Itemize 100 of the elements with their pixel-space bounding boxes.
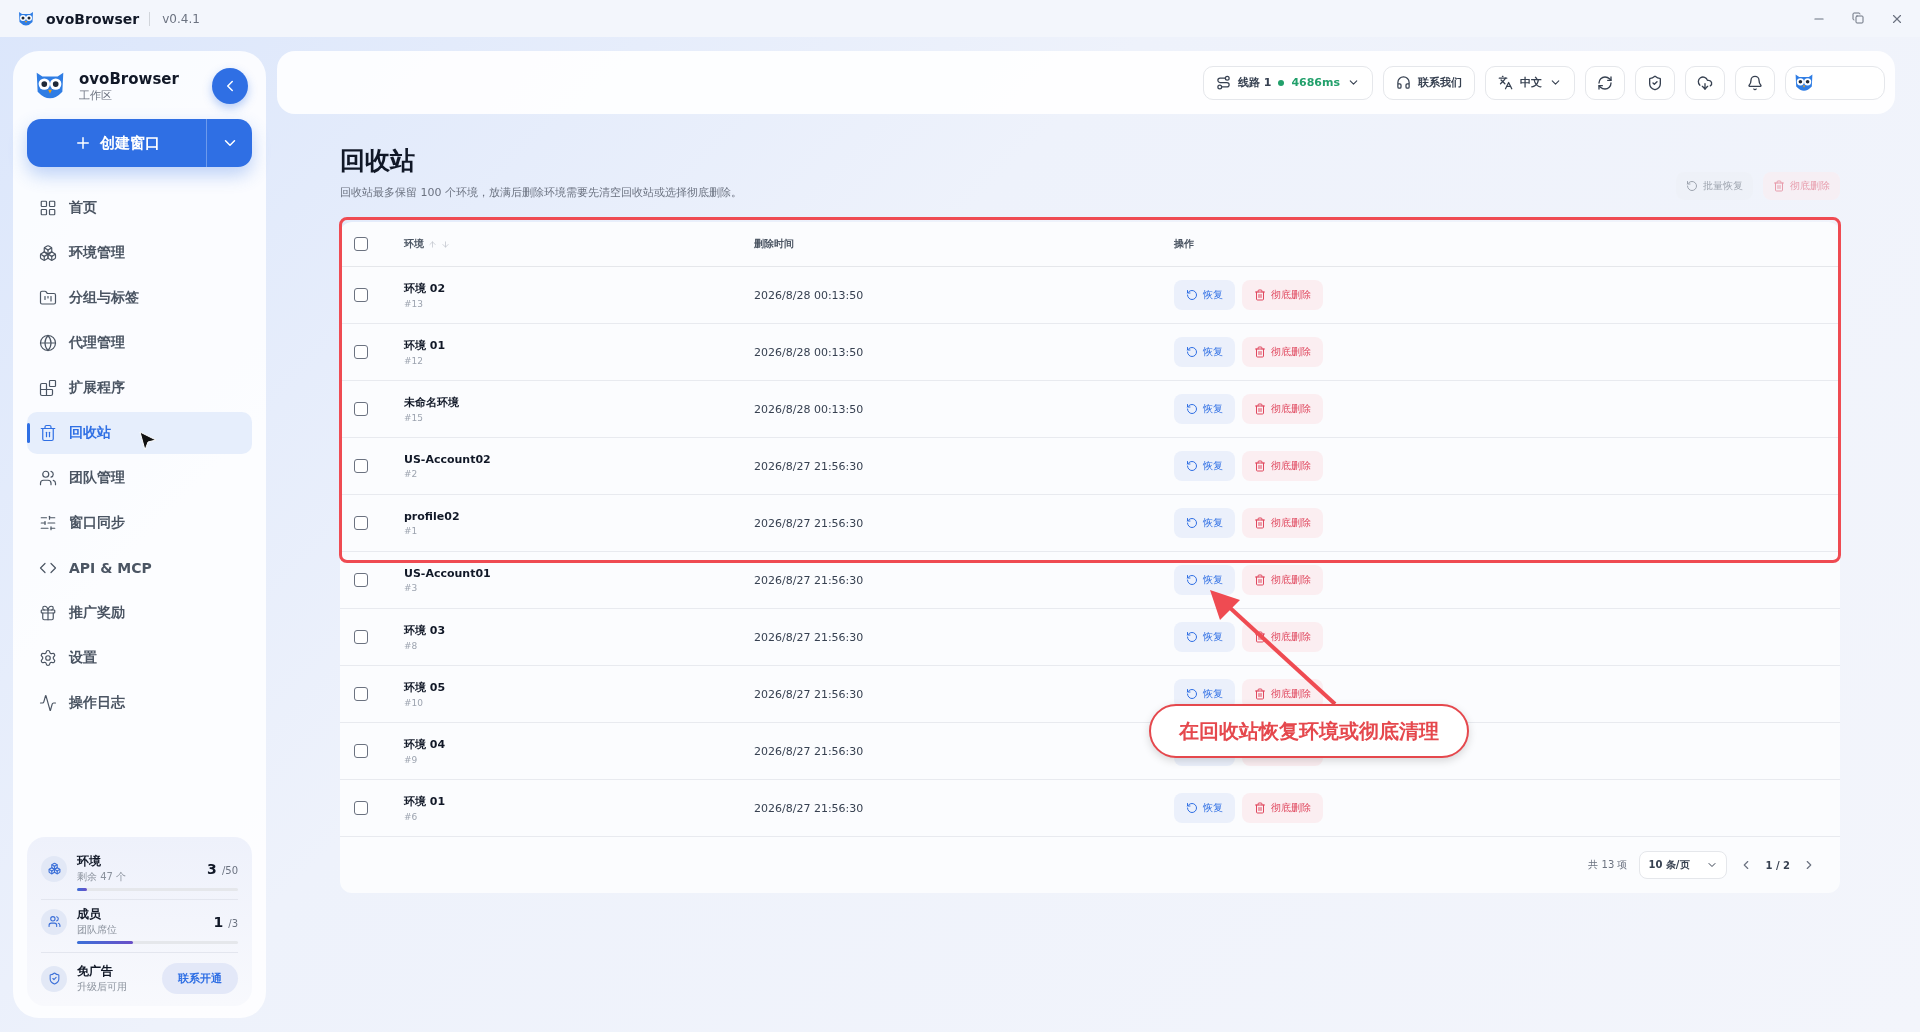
language-selector[interactable]: 中文	[1485, 65, 1575, 100]
sidebar-item[interactable]: 团队管理	[27, 457, 252, 499]
undo-icon	[1186, 574, 1198, 586]
status-dot	[1278, 79, 1285, 86]
sidebar-item[interactable]: 回收站	[27, 412, 252, 454]
deleted-time: 2026/8/27 21:56:30	[754, 459, 865, 473]
usage-caption: 剩余 47 个	[77, 870, 128, 884]
sidebar-item[interactable]: 代理管理	[27, 322, 252, 364]
row-checkbox[interactable]	[354, 744, 368, 758]
page-description: 回收站最多保留 100 个环境，放满后删除环境需要先清空回收站或选择彻底删除。	[340, 185, 742, 200]
delete-button[interactable]: 彻底删除	[1242, 793, 1323, 823]
cloud-download-button[interactable]	[1685, 65, 1725, 100]
sidebar-item[interactable]: 分组与标签	[27, 277, 252, 319]
route-selector[interactable]: 线路 1 4686ms	[1202, 65, 1373, 100]
restore-button[interactable]: 恢复	[1174, 451, 1235, 481]
translate-icon	[1498, 75, 1513, 90]
users-icon	[47, 915, 61, 928]
environment-id: #15	[404, 413, 424, 423]
usage-count: 1	[213, 914, 224, 930]
column-header: 删除时间	[754, 237, 795, 251]
delete-button[interactable]: 彻底删除	[1242, 451, 1323, 481]
restore-button[interactable]: 恢复	[1174, 280, 1235, 310]
sidebar-item[interactable]: 操作日志	[27, 682, 252, 724]
delete-button[interactable]: 彻底删除	[1242, 394, 1323, 424]
row-checkbox[interactable]	[354, 345, 368, 359]
environment-name: 环境 01	[404, 794, 447, 809]
restore-button[interactable]: 恢复	[1174, 337, 1235, 367]
row-checkbox[interactable]	[354, 459, 368, 473]
restore-button[interactable]: 恢复	[1174, 565, 1235, 595]
collapse-button[interactable]	[212, 68, 248, 104]
row-checkbox[interactable]	[354, 687, 368, 701]
sliders-icon	[39, 514, 57, 532]
cursor-icon	[138, 430, 158, 452]
restore-button[interactable]: 恢复	[1174, 622, 1235, 652]
route-icon	[1215, 75, 1231, 90]
deleted-time: 2026/8/27 21:56:30	[754, 744, 865, 758]
page-indicator: 1 / 2	[1765, 859, 1790, 871]
users-icon	[39, 469, 57, 487]
undo-icon	[1186, 802, 1198, 814]
usage-caption: 团队席位	[77, 923, 118, 937]
boxes-icon	[39, 244, 57, 262]
delete-button[interactable]: 彻底删除	[1242, 622, 1323, 652]
shield-icon	[1647, 74, 1663, 91]
environment-id: #13	[404, 299, 424, 309]
sidebar-item[interactable]: 窗口同步	[27, 502, 252, 544]
environment-name: US-Account02	[404, 453, 492, 466]
delete-button[interactable]: 彻底删除	[1242, 280, 1323, 310]
sidebar-item[interactable]: 设置	[27, 637, 252, 679]
restore-window-icon[interactable]	[1852, 11, 1864, 24]
folder-icon	[39, 289, 57, 307]
environment-name: 未命名环境	[404, 395, 460, 410]
environment-id: #8	[404, 641, 419, 651]
delete-button[interactable]: 彻底删除	[1242, 565, 1323, 595]
undo-icon	[1186, 403, 1198, 415]
select-all-checkbox[interactable]	[354, 237, 368, 251]
sidebar-item[interactable]: 推广奖励	[27, 592, 252, 634]
blocks-icon	[39, 379, 57, 397]
row-checkbox[interactable]	[354, 630, 368, 644]
cloud-download-icon	[1697, 74, 1713, 91]
trash-icon	[1254, 574, 1266, 586]
sidebar-item[interactable]: 扩展程序	[27, 367, 252, 409]
trash-icon	[1254, 688, 1266, 700]
delete-button[interactable]: 彻底删除	[1242, 508, 1323, 538]
undo-icon	[1686, 180, 1698, 192]
restore-button[interactable]: 恢复	[1174, 508, 1235, 538]
avatar[interactable]	[1785, 65, 1885, 100]
app-name: ovoBrowser	[46, 10, 140, 27]
deleted-time: 2026/8/27 21:56:30	[754, 573, 865, 587]
sidebar-item[interactable]: 环境管理	[27, 232, 252, 274]
row-checkbox[interactable]	[354, 402, 368, 416]
column-header: 操作	[1174, 237, 1195, 251]
refresh-button[interactable]	[1585, 65, 1625, 100]
bell-icon	[1747, 74, 1763, 91]
trash-icon	[1254, 631, 1266, 643]
row-checkbox[interactable]	[354, 288, 368, 302]
contact-button[interactable]: 联系我们	[1383, 65, 1475, 100]
restore-button[interactable]: 恢复	[1174, 793, 1235, 823]
deleted-time: 2026/8/27 21:56:30	[754, 687, 865, 701]
ad-free-name: 免广告	[77, 963, 114, 980]
shield-button[interactable]	[1635, 65, 1675, 100]
sidebar-item[interactable]: API & MCP	[27, 547, 252, 589]
refresh-icon	[1597, 74, 1613, 91]
sidebar-item[interactable]: 首页	[27, 187, 252, 229]
page-size-selector[interactable]: 10 条/页	[1639, 851, 1728, 879]
deleted-time: 2026/8/27 21:56:30	[754, 630, 865, 644]
grid-icon	[39, 199, 57, 217]
brand-name: ovoBrowser	[79, 69, 180, 88]
headphones-icon	[1396, 75, 1411, 90]
row-checkbox[interactable]	[354, 516, 368, 530]
row-checkbox[interactable]	[354, 573, 368, 587]
shield-icon	[47, 972, 61, 985]
environment-id: #10	[404, 698, 424, 708]
undo-icon	[1186, 517, 1198, 529]
row-checkbox[interactable]	[354, 801, 368, 815]
environment-name: US-Account01	[404, 567, 492, 580]
restore-button[interactable]: 恢复	[1174, 394, 1235, 424]
notification-button[interactable]	[1735, 65, 1775, 100]
contact-upgrade-button[interactable]: 联系开通	[162, 963, 238, 994]
undo-icon	[1186, 631, 1198, 643]
delete-button[interactable]: 彻底删除	[1242, 337, 1323, 367]
